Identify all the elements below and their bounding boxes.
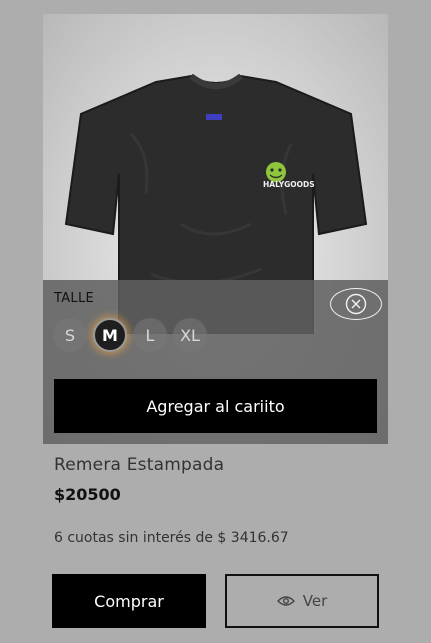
view-button[interactable]: Ver xyxy=(225,574,379,628)
product-name[interactable]: Remera Estampada xyxy=(54,455,224,475)
buy-button[interactable]: Comprar xyxy=(52,574,206,628)
eye-icon xyxy=(276,596,295,606)
size-label: TALLE xyxy=(54,291,95,306)
size-option-l[interactable]: L xyxy=(133,318,167,352)
product-card: HALYGOODS TALLE S M L XL Agregar al cari… xyxy=(43,14,388,444)
size-option-s[interactable]: S xyxy=(53,318,87,352)
view-button-label: Ver xyxy=(302,592,328,610)
installments-text: 6 cuotas sin interés de $ 3416.67 xyxy=(54,530,289,546)
brand-print: HALYGOODS xyxy=(263,180,315,189)
size-option-m[interactable]: M xyxy=(93,318,127,352)
product-price: $20500 xyxy=(54,485,121,504)
add-to-cart-button[interactable]: Agregar al cariito xyxy=(54,379,377,433)
close-overlay-button[interactable] xyxy=(330,288,382,320)
size-option-xl[interactable]: XL xyxy=(173,318,207,352)
size-overlay: TALLE S M L XL Agregar al cariito xyxy=(43,280,388,444)
size-options: S M L XL xyxy=(53,318,213,352)
product-image[interactable]: HALYGOODS TALLE S M L XL Agregar al cari… xyxy=(43,14,388,444)
close-circle-icon xyxy=(345,293,367,315)
